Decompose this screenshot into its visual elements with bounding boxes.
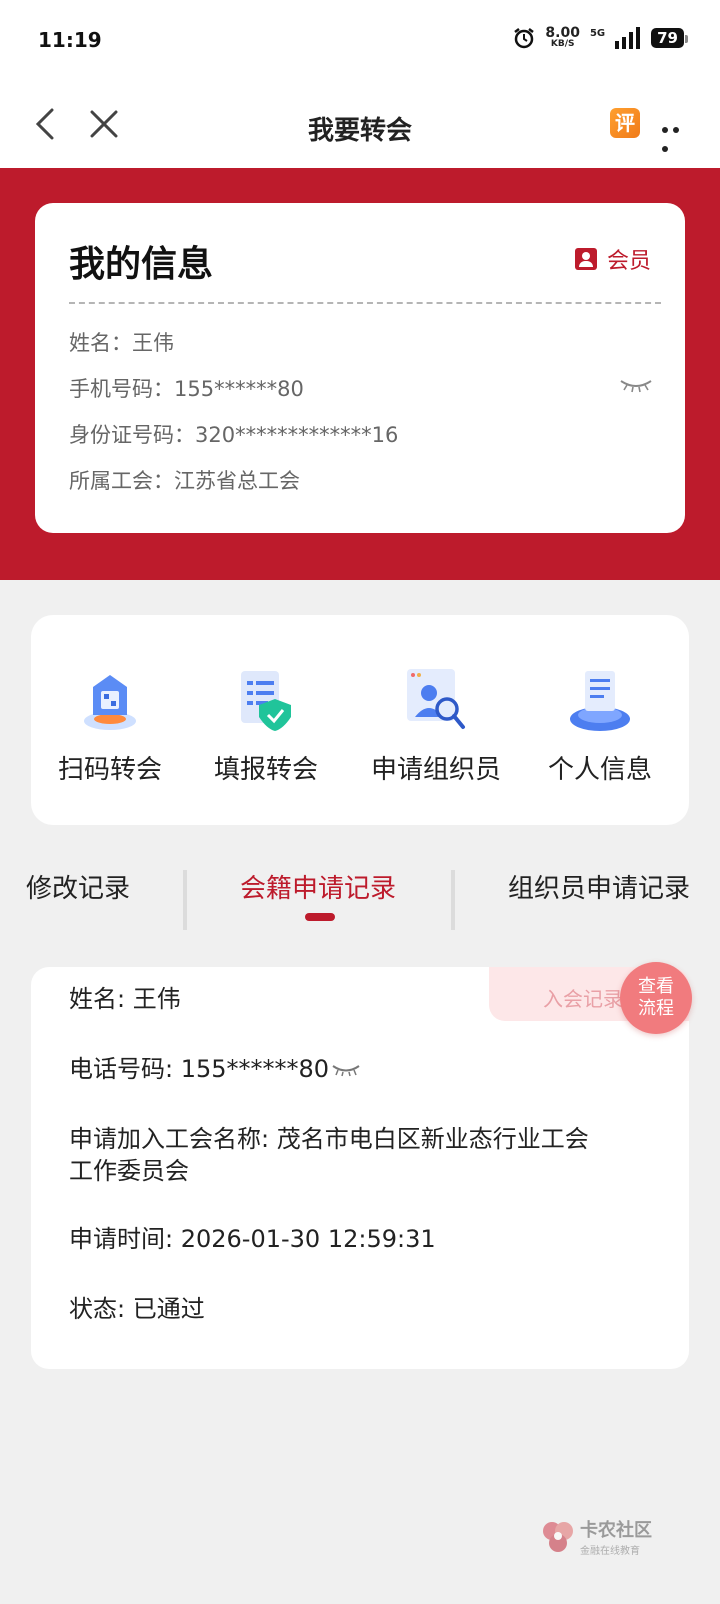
form-transfer-button[interactable]: 填报转会 bbox=[213, 665, 319, 786]
member-badge-label: 会员 bbox=[606, 249, 651, 274]
apply-organizer-button[interactable]: 申请组织员 bbox=[371, 665, 501, 786]
eye-closed-icon[interactable] bbox=[331, 1063, 361, 1077]
record-name: 姓名: 王伟 bbox=[69, 985, 181, 1013]
view-flow-label-1: 查看 bbox=[638, 976, 674, 997]
view-flow-label-2: 流程 bbox=[638, 998, 674, 1019]
personal-info-button[interactable]: 个人信息 bbox=[547, 665, 653, 786]
active-tab-indicator bbox=[305, 913, 335, 921]
eye-closed-icon[interactable] bbox=[619, 377, 653, 393]
alarm-icon bbox=[514, 27, 535, 48]
tab-membership-records[interactable]: 会籍申请记录 bbox=[240, 868, 396, 905]
personal-info-icon bbox=[565, 665, 635, 735]
info-id-number: 身份证号码：320*************16 bbox=[69, 423, 399, 447]
scan-transfer-icon bbox=[75, 665, 145, 735]
tab-modify-records[interactable]: 修改记录 bbox=[26, 868, 130, 905]
watermark-title: 卡农社区 bbox=[580, 1520, 652, 1541]
apply-organizer-icon bbox=[401, 665, 471, 735]
info-name: 姓名：王伟 bbox=[69, 331, 174, 355]
record-status: 状态: 已通过 bbox=[69, 1295, 205, 1323]
network-speed: 8.00 KB/S bbox=[545, 25, 580, 49]
tab-divider bbox=[183, 870, 187, 930]
network-type: 5G bbox=[589, 28, 606, 39]
scan-transfer-button[interactable]: 扫码转会 bbox=[57, 665, 163, 786]
action-label: 个人信息 bbox=[547, 755, 652, 785]
status-bar: 11:19 8.00 KB/S 5G 79 bbox=[0, 0, 720, 82]
record-phone: 电话号码: 155******80 bbox=[69, 1053, 361, 1085]
record-phone-value: 电话号码: 155******80 bbox=[69, 1055, 330, 1083]
nav-bar: 我要转会 评 bbox=[0, 82, 720, 168]
info-union: 所属工会：江苏省总工会 bbox=[69, 469, 300, 493]
watermark-subtitle: 金融在线教育 bbox=[580, 1546, 640, 1557]
tab-organizer-records[interactable]: 组织员申请记录 bbox=[508, 868, 690, 905]
quick-actions-card: 扫码转会 填报转会 申请组织员 个人信息 bbox=[31, 615, 689, 825]
view-flow-button[interactable]: 查看 流程 bbox=[620, 962, 692, 1034]
info-phone: 手机号码：155******80 bbox=[69, 377, 304, 401]
member-badge: 会员 bbox=[574, 243, 651, 275]
watermark: 卡农社区 金融在线教育 bbox=[540, 1516, 652, 1557]
action-label: 填报转会 bbox=[213, 755, 318, 785]
status-icons: 8.00 KB/S 5G 79 bbox=[513, 25, 688, 49]
action-label: 申请组织员 bbox=[371, 755, 502, 785]
member-icon bbox=[574, 248, 597, 270]
more-icon[interactable] bbox=[662, 118, 694, 152]
info-card-title: 我的信息 bbox=[69, 244, 214, 285]
record-time: 申请时间: 2026-01-30 12:59:31 bbox=[69, 1225, 436, 1253]
record-union-line1: 申请加入工会名称: 茂名市电白区新业态行业工会 bbox=[69, 1125, 589, 1153]
record-card: 入会记录 姓名: 王伟 电话号码: 155******80 申请加入工会名称: … bbox=[31, 967, 689, 1369]
status-time: 11:19 bbox=[38, 28, 102, 52]
my-info-card: 我的信息 会员 姓名：王伟 手机号码：155******80 身份证号码：320… bbox=[35, 203, 685, 533]
divider bbox=[69, 302, 661, 304]
form-transfer-icon bbox=[231, 665, 301, 735]
tab-divider bbox=[451, 870, 455, 930]
record-union-line2: 工作委员会 bbox=[69, 1157, 189, 1185]
watermark-logo-icon bbox=[543, 1521, 573, 1552]
battery-icon: 79 bbox=[651, 27, 688, 48]
signal-icon bbox=[615, 26, 641, 49]
rate-icon[interactable]: 评 bbox=[610, 108, 640, 138]
action-label: 扫码转会 bbox=[57, 755, 162, 785]
